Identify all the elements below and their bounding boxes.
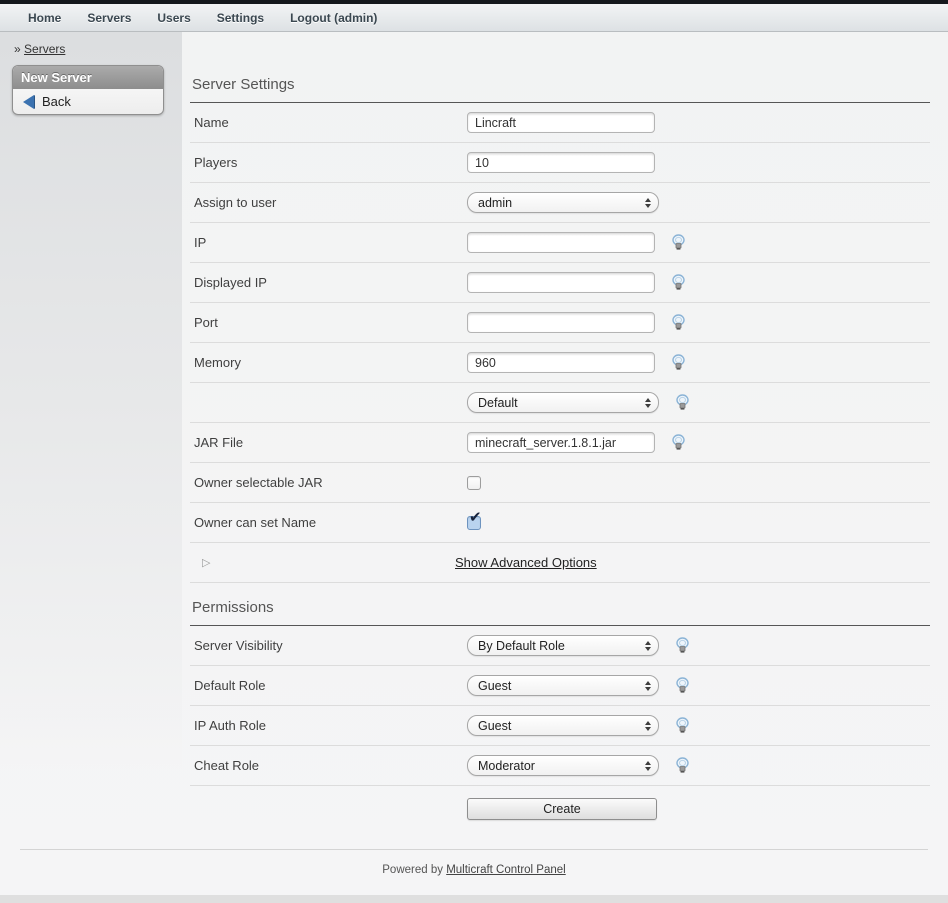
port-label: Port (190, 315, 467, 330)
nav-users[interactable]: Users (157, 11, 190, 25)
displayed-ip-label: Displayed IP (190, 275, 467, 290)
cheat-role-value: Moderator (478, 759, 535, 773)
main-content: Server Settings Name Players Assign to u… (190, 60, 930, 832)
row-owner-can-set-name: Owner can set Name ✔ (190, 503, 930, 543)
name-label: Name (190, 115, 467, 130)
select-arrows-icon (645, 198, 651, 208)
displayed-ip-input[interactable] (467, 272, 655, 293)
owner-selectable-jar-label: Owner selectable JAR (190, 475, 467, 490)
row-displayed-ip: Displayed IP (190, 263, 930, 303)
select-arrows-icon (645, 398, 651, 408)
row-name: Name (190, 103, 930, 143)
help-bulb-icon[interactable] (671, 354, 686, 371)
select-arrows-icon (645, 721, 651, 731)
help-bulb-icon[interactable] (675, 677, 690, 694)
page: Home Servers Users Settings Logout (admi… (0, 0, 948, 903)
assign-user-label: Assign to user (190, 195, 467, 210)
row-owner-selectable-jar: Owner selectable JAR ✔ (190, 463, 930, 503)
top-navbar: Home Servers Users Settings Logout (admi… (0, 4, 948, 32)
footer-multicraft-link[interactable]: Multicraft Control Panel (446, 864, 566, 876)
help-bulb-icon[interactable] (675, 717, 690, 734)
ip-auth-role-select[interactable]: Guest (467, 715, 659, 736)
select-arrows-icon (645, 681, 651, 691)
expander-triangle-icon[interactable]: ▷ (190, 556, 455, 569)
row-memory: Memory (190, 343, 930, 383)
cheat-role-select[interactable]: Moderator (467, 755, 659, 776)
breadcrumb-prefix: » (14, 42, 21, 56)
server-visibility-value: By Default Role (478, 639, 565, 653)
jar-file-input[interactable] (467, 432, 655, 453)
help-bulb-icon[interactable] (675, 757, 690, 774)
create-row: Create (190, 786, 930, 832)
create-button[interactable]: Create (467, 798, 657, 820)
owner-selectable-jar-checkbox[interactable]: ✔ (467, 476, 481, 490)
players-input[interactable] (467, 152, 655, 173)
sidebar-menu: New Server Back (12, 65, 164, 115)
row-advanced-options: ▷ Show Advanced Options (190, 543, 930, 583)
cheat-role-label: Cheat Role (190, 758, 467, 773)
row-assign-user: Assign to user admin (190, 183, 930, 223)
bottom-strip (0, 895, 948, 903)
breadcrumb-servers-link[interactable]: Servers (24, 42, 65, 56)
ip-auth-role-value: Guest (478, 719, 511, 733)
sidebar-title: New Server (13, 66, 163, 89)
sidebar-back-button[interactable]: Back (13, 89, 163, 114)
select-arrows-icon (645, 641, 651, 651)
footer: Powered by Multicraft Control Panel (20, 849, 928, 895)
ip-input[interactable] (467, 232, 655, 253)
memory-input[interactable] (467, 352, 655, 373)
select-arrows-icon (645, 761, 651, 771)
help-bulb-icon[interactable] (671, 314, 686, 331)
server-visibility-label: Server Visibility (190, 638, 467, 653)
jar-file-label: JAR File (190, 435, 467, 450)
help-bulb-icon[interactable] (675, 637, 690, 654)
section-title-server-settings: Server Settings (190, 60, 930, 103)
back-label: Back (42, 94, 71, 109)
row-server-visibility: Server Visibility By Default Role (190, 626, 930, 666)
row-cheat-role: Cheat Role Moderator (190, 746, 930, 786)
owner-can-set-name-label: Owner can set Name (190, 515, 467, 530)
ip-auth-role-label: IP Auth Role (190, 718, 467, 733)
memory-preset-select[interactable]: Default (467, 392, 659, 413)
section-title-permissions: Permissions (190, 583, 930, 626)
default-role-select[interactable]: Guest (467, 675, 659, 696)
row-ip: IP (190, 223, 930, 263)
row-jar-file: JAR File (190, 423, 930, 463)
nav-logout[interactable]: Logout (admin) (290, 11, 377, 25)
assign-user-value: admin (478, 196, 512, 210)
players-label: Players (190, 155, 467, 170)
help-bulb-icon[interactable] (675, 394, 690, 411)
memory-label: Memory (190, 355, 467, 370)
row-port: Port (190, 303, 930, 343)
footer-text: Powered by (382, 864, 446, 876)
default-role-value: Guest (478, 679, 511, 693)
row-ip-auth-role: IP Auth Role Guest (190, 706, 930, 746)
assign-user-select[interactable]: admin (467, 192, 659, 213)
default-role-label: Default Role (190, 678, 467, 693)
breadcrumb: » Servers (0, 32, 948, 56)
nav-settings[interactable]: Settings (217, 11, 264, 25)
port-input[interactable] (467, 312, 655, 333)
memory-preset-value: Default (478, 396, 518, 410)
ip-label: IP (190, 235, 467, 250)
row-memory-preset: Default (190, 383, 930, 423)
nav-home[interactable]: Home (28, 11, 61, 25)
help-bulb-icon[interactable] (671, 434, 686, 451)
back-arrow-icon (23, 95, 34, 109)
help-bulb-icon[interactable] (671, 274, 686, 291)
show-advanced-options-link[interactable]: Show Advanced Options (455, 555, 597, 570)
background-wash (0, 32, 182, 852)
owner-can-set-name-checkbox[interactable]: ✔ (467, 516, 481, 530)
name-input[interactable] (467, 112, 655, 133)
nav-servers[interactable]: Servers (87, 11, 131, 25)
row-default-role: Default Role Guest (190, 666, 930, 706)
server-visibility-select[interactable]: By Default Role (467, 635, 659, 656)
row-players: Players (190, 143, 930, 183)
help-bulb-icon[interactable] (671, 234, 686, 251)
